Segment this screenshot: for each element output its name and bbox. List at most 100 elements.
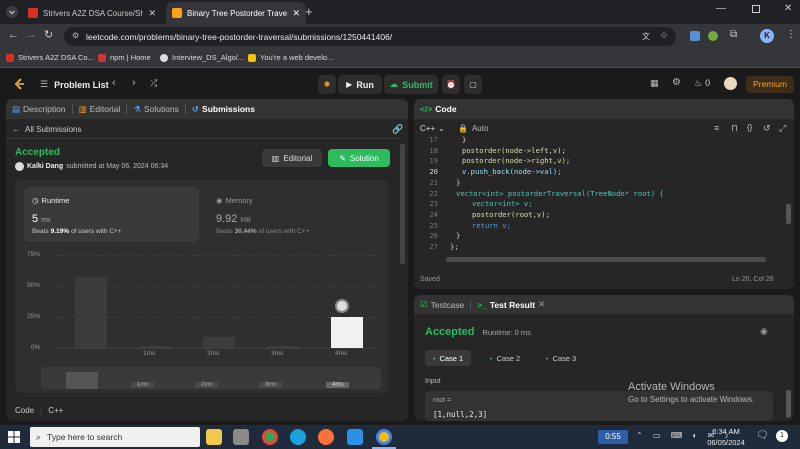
extension-icon[interactable]	[690, 31, 700, 41]
timer-badge[interactable]: 0:55	[598, 430, 628, 444]
close-window-button[interactable]: ✕	[784, 3, 792, 14]
extensions-puzzle-icon[interactable]: ⧉	[730, 29, 737, 40]
tab-editorial[interactable]: ▥ Editorial	[73, 99, 127, 119]
auto-mode[interactable]: 🔒 Auto	[458, 124, 488, 133]
file-explorer-icon[interactable]	[206, 429, 222, 445]
chrome-active-icon[interactable]	[376, 429, 392, 445]
tab-code[interactable]: </> Code	[414, 99, 463, 119]
tab-label: Testcase	[430, 299, 465, 310]
language-select[interactable]: C++ ⌄	[420, 124, 445, 133]
solution-button[interactable]: ✎ Solution	[328, 149, 390, 167]
user-avatar[interactable]	[724, 77, 737, 90]
edge-icon[interactable]	[290, 429, 306, 445]
tab-description[interactable]: ▤ Description	[6, 99, 72, 119]
bookmark-strivers[interactable]: Strivers A2Z DSA Co...	[6, 53, 94, 62]
prev-problem-icon[interactable]: ‹	[112, 77, 116, 89]
premium-button[interactable]: Premium	[746, 76, 794, 93]
forward-arrow-icon[interactable]: →	[26, 29, 37, 41]
translate-icon[interactable]: 文	[642, 31, 650, 42]
fullscreen-icon[interactable]: ⤢	[779, 123, 786, 134]
tab-submissions[interactable]: ↺ Submissions	[186, 99, 261, 119]
new-tab-button[interactable]: +	[305, 4, 313, 19]
streak-counter[interactable]: ♨ 0	[694, 78, 710, 89]
tab-search-button[interactable]	[6, 6, 18, 18]
reset-icon[interactable]: ↺	[763, 123, 771, 134]
back-arrow-icon[interactable]: ←	[8, 29, 19, 41]
eye-icon[interactable]: ◉	[760, 326, 768, 337]
close-icon[interactable]: ✕	[148, 8, 156, 19]
settings-gear-icon[interactable]: ⚙	[672, 77, 681, 88]
next-problem-icon[interactable]: ›	[132, 77, 136, 89]
horizontal-scrollbar[interactable]	[446, 257, 766, 262]
site-info-icon[interactable]: ⚙	[72, 31, 79, 40]
windows-start-icon[interactable]	[8, 431, 20, 443]
case-2-tab[interactable]: • Case 2	[482, 350, 528, 366]
browser-menu-icon[interactable]: ⋮	[786, 29, 796, 40]
all-submissions-link[interactable]: ← All Submissions	[12, 125, 81, 134]
code-editor[interactable]: 17} 18 postorder(node->left,v); 19 postord…	[414, 135, 784, 255]
runtime-card[interactable]: ◷ Runtime 5 ms Beats 9.19% of users with…	[24, 187, 199, 242]
browser-tab-leetcode[interactable]: Binary Tree Postorder Traversal ✕	[166, 2, 306, 24]
reload-icon[interactable]: ↻	[44, 28, 53, 41]
bookmark-interview[interactable]: Interview_DS_Algo/...	[160, 53, 244, 62]
notification-icon[interactable]: 🗨	[756, 430, 769, 441]
restore-button[interactable]	[752, 5, 760, 13]
case-3-tab[interactable]: • Case 3	[538, 350, 584, 366]
bookmark-web-dev[interactable]: You're a web develo...	[248, 53, 333, 62]
browser-tab-strivers[interactable]: Strivers A2Z DSA Course/Sheet ✕	[22, 2, 162, 24]
shuffle-icon[interactable]: ⤮	[150, 78, 157, 89]
case-label: Case 3	[552, 353, 577, 363]
camera-app-icon[interactable]	[233, 429, 249, 445]
editorial-button[interactable]: ▥ Editorial	[262, 149, 322, 167]
bookmark-star-icon[interactable]: ☆	[660, 30, 668, 41]
bookmark-icon[interactable]: ⊓	[731, 123, 738, 134]
author-name[interactable]: Kalki Dang	[27, 163, 63, 170]
notes-button[interactable]: ▢	[464, 75, 482, 94]
chrome-icon[interactable]	[262, 429, 278, 445]
vertical-scrollbar[interactable]	[786, 390, 791, 418]
extension-turtle-icon[interactable]	[708, 31, 718, 41]
chart-bar[interactable]	[203, 336, 235, 348]
chart-bar[interactable]	[331, 317, 363, 348]
close-icon[interactable]: ✕	[538, 299, 545, 310]
clock[interactable]: 6:34 AM 06/05/2024	[706, 427, 746, 447]
debug-button[interactable]: ✱	[318, 75, 336, 94]
code-section-footer: Code | C++	[15, 406, 63, 415]
tab-test-result[interactable]: >_ Test Result ✕	[471, 295, 551, 314]
tab-testcase[interactable]: ☑ Testcase	[414, 295, 470, 314]
bookmark-npm[interactable]: npm | Home	[98, 53, 151, 62]
profile-avatar[interactable]: K	[760, 29, 774, 43]
close-icon[interactable]: ✕	[292, 8, 300, 19]
url-input[interactable]: ⚙ leetcode.com/problems/binary-tree-post…	[64, 27, 676, 46]
firefox-icon[interactable]	[318, 429, 334, 445]
chart-bar[interactable]	[139, 345, 171, 348]
left-scrollbar[interactable]	[400, 144, 405, 264]
beats-suffix: of users with C++	[258, 228, 310, 235]
clock-icon: ◷	[32, 196, 39, 205]
format-icon[interactable]: ≡	[714, 123, 719, 133]
leetcode-logo-icon[interactable]	[12, 77, 26, 91]
run-button[interactable]: ▶ Run	[338, 75, 382, 94]
history-icon: ↺	[191, 103, 200, 114]
taskbar-search-box[interactable]: ⌕ Type here to search	[30, 427, 200, 447]
vscode-icon[interactable]	[347, 429, 363, 445]
runtime-value-row: 5 ms	[32, 213, 50, 225]
tab-solutions[interactable]: ⚗ Solutions	[127, 99, 185, 119]
chart-range-selector[interactable]: 1ms 2ms 3ms 4ms	[41, 367, 381, 389]
submit-button[interactable]: ☁ Submit	[384, 75, 438, 94]
share-link-icon[interactable]: 🔗	[392, 124, 403, 135]
chart-bar[interactable]	[267, 345, 299, 348]
timer-button[interactable]: ⏰	[442, 75, 460, 94]
memory-card[interactable]: ◉ Memory 9.92 MB Beats 30.44% of users w…	[208, 187, 383, 242]
user-position-avatar[interactable]	[335, 299, 349, 313]
problem-list-button[interactable]: ☰ Problem List	[40, 79, 109, 90]
input-var: root =	[433, 397, 452, 404]
chart-bar[interactable]	[75, 277, 107, 348]
minimize-button[interactable]: —	[716, 3, 726, 14]
layout-icon[interactable]: ▦	[650, 78, 659, 89]
braces-icon[interactable]: {}	[747, 123, 752, 132]
vertical-scrollbar[interactable]	[786, 204, 791, 224]
case-1-tab[interactable]: • Case 1	[425, 350, 471, 366]
tab-label: Solutions	[143, 104, 179, 114]
notification-count: 1	[776, 430, 788, 442]
